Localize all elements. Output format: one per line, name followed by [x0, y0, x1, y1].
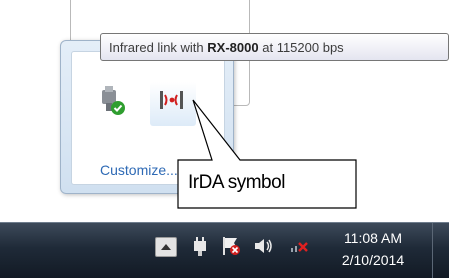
- system-clock[interactable]: 11:08 AM 2/10/2014: [330, 227, 416, 271]
- chevron-up-icon: [161, 244, 171, 250]
- action-center-flag-icon[interactable]: [220, 235, 242, 257]
- taskbar: 11:08 AM 2/10/2014: [0, 222, 449, 278]
- callout-label: IrDA symbol: [188, 172, 285, 193]
- network-disconnected-icon[interactable]: [288, 235, 310, 257]
- volume-speaker-icon[interactable]: [252, 235, 274, 257]
- clock-time: 11:08 AM: [343, 230, 403, 246]
- show-desktop-divider: [432, 223, 433, 278]
- show-hidden-icons-button[interactable]: [155, 237, 177, 257]
- clock-date: 2/10/2014: [341, 252, 405, 268]
- power-plug-icon[interactable]: [189, 235, 211, 257]
